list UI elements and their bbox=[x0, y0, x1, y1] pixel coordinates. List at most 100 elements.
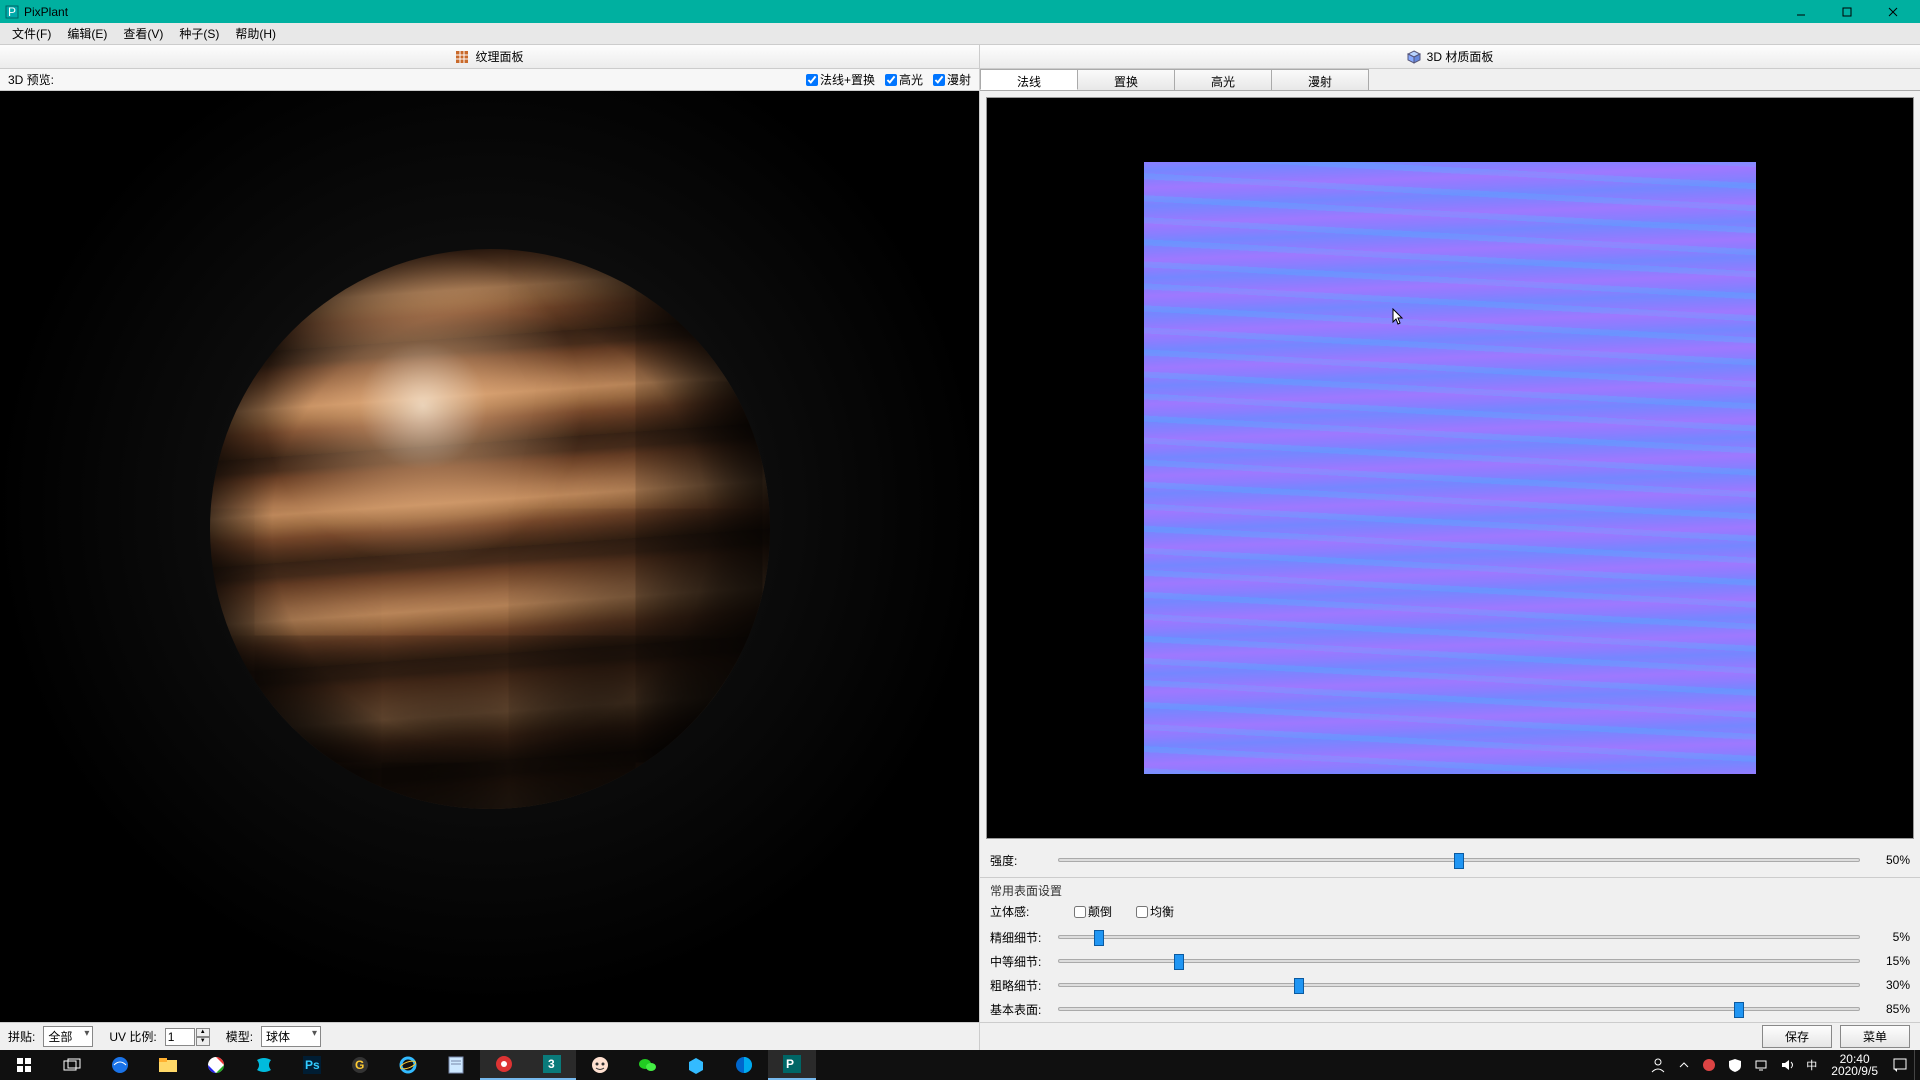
check-specular[interactable]: 高光 bbox=[885, 71, 923, 88]
taskbar-pixplant-icon[interactable]: P bbox=[768, 1050, 816, 1080]
tray-date: 2020/9/5 bbox=[1831, 1065, 1878, 1077]
taskbar-app-2-icon[interactable] bbox=[240, 1050, 288, 1080]
spin-up[interactable]: ▲ bbox=[196, 1028, 210, 1037]
tray-notifications-icon[interactable] bbox=[1886, 1050, 1914, 1080]
app-icon: P bbox=[4, 4, 20, 20]
model-combo[interactable]: 球体 bbox=[261, 1026, 321, 1047]
taskbar-app-5-icon[interactable] bbox=[672, 1050, 720, 1080]
svg-text:3: 3 bbox=[548, 1057, 555, 1071]
check-flip[interactable]: 颠倒 bbox=[1074, 903, 1112, 920]
preview-sphere bbox=[210, 249, 770, 809]
uv-scale-spinner[interactable]: ▲▼ bbox=[165, 1028, 210, 1046]
close-button[interactable] bbox=[1870, 0, 1916, 23]
medium-detail-label: 中等细节: bbox=[990, 953, 1050, 970]
preview-viewport[interactable] bbox=[0, 91, 979, 1022]
menu-view[interactable]: 查看(V) bbox=[115, 23, 171, 44]
taskbar-music-icon[interactable] bbox=[480, 1050, 528, 1080]
uv-scale-input[interactable] bbox=[165, 1028, 195, 1046]
intensity-label: 强度: bbox=[990, 852, 1050, 869]
taskbar-app-3-icon[interactable]: G bbox=[336, 1050, 384, 1080]
texture-panel-title: 纹理面板 bbox=[475, 48, 523, 65]
taskbar-wechat-icon[interactable] bbox=[624, 1050, 672, 1080]
texture-panel: 纹理面板 3D 预览: 法线+置换 高光 漫射 拼贴: 全部 UV 比例: ▲▼… bbox=[0, 45, 980, 1050]
svg-text:G: G bbox=[355, 1058, 364, 1072]
check-balance[interactable]: 均衡 bbox=[1136, 903, 1174, 920]
medium-detail-row: 中等细节: 15% bbox=[990, 950, 1910, 972]
menu-button[interactable]: 菜单 bbox=[1840, 1025, 1910, 1048]
menu-seed[interactable]: 种子(S) bbox=[171, 23, 227, 44]
start-button[interactable] bbox=[0, 1050, 48, 1080]
tab-specular[interactable]: 高光 bbox=[1174, 69, 1272, 90]
tab-diffuse[interactable]: 漫射 bbox=[1271, 69, 1369, 90]
svg-text:Ps: Ps bbox=[305, 1058, 320, 1072]
tray-network-icon[interactable] bbox=[1748, 1050, 1774, 1080]
intensity-slider[interactable] bbox=[1058, 858, 1860, 862]
menubar: 文件(F) 编辑(E) 查看(V) 种子(S) 帮助(H) bbox=[0, 23, 1920, 45]
taskbar: Ps G 3 P 中 20:40 2020/9/5 bbox=[0, 1050, 1920, 1080]
base-surface-slider[interactable] bbox=[1058, 1007, 1860, 1011]
minimize-button[interactable] bbox=[1778, 0, 1824, 23]
taskbar-3dsmax-icon[interactable]: 3 bbox=[528, 1050, 576, 1080]
uv-scale-label: UV 比例: bbox=[109, 1028, 156, 1045]
surface-section-title: 常用表面设置 bbox=[990, 882, 1910, 899]
taskbar-app-4-icon[interactable] bbox=[576, 1050, 624, 1080]
tray-app-icon[interactable] bbox=[1696, 1050, 1722, 1080]
maximize-button[interactable] bbox=[1824, 0, 1870, 23]
material-panel-title: 3D 材质面板 bbox=[1427, 48, 1494, 65]
preview-label: 3D 预览: bbox=[8, 71, 54, 88]
titlebar: P PixPlant bbox=[0, 0, 1920, 23]
preview-bottom-controls: 拼贴: 全部 UV 比例: ▲▼ 模型: 球体 bbox=[0, 1022, 979, 1050]
coarse-detail-label: 粗略细节: bbox=[990, 977, 1050, 994]
tile-label: 拼贴: bbox=[8, 1028, 35, 1045]
model-label: 模型: bbox=[226, 1028, 253, 1045]
normal-map-viewport[interactable] bbox=[986, 97, 1914, 839]
taskbar-notepad-icon[interactable] bbox=[432, 1050, 480, 1080]
taskbar-photoshop-icon[interactable]: Ps bbox=[288, 1050, 336, 1080]
material-panel: 3D 材质面板 法线 置换 高光 漫射 强度: 50% 常用表面设置 立体感: … bbox=[980, 45, 1920, 1050]
material-tabs: 法线 置换 高光 漫射 bbox=[980, 69, 1920, 91]
texture-panel-header: 纹理面板 bbox=[0, 45, 979, 69]
coarse-detail-slider[interactable] bbox=[1058, 983, 1860, 987]
fine-detail-slider[interactable] bbox=[1058, 935, 1860, 939]
grid-icon bbox=[455, 50, 469, 64]
menu-help[interactable]: 帮助(H) bbox=[227, 23, 284, 44]
save-button[interactable]: 保存 bbox=[1762, 1025, 1832, 1048]
taskbar-edge-icon[interactable] bbox=[96, 1050, 144, 1080]
tray-clock[interactable]: 20:40 2020/9/5 bbox=[1823, 1053, 1886, 1077]
tray-people-icon[interactable] bbox=[1644, 1050, 1672, 1080]
show-desktop-button[interactable] bbox=[1914, 1050, 1920, 1080]
check-normal-displacement[interactable]: 法线+置换 bbox=[806, 71, 875, 88]
menu-edit[interactable]: 编辑(E) bbox=[59, 23, 115, 44]
menu-file[interactable]: 文件(F) bbox=[4, 23, 59, 44]
tray-chevron-up-icon[interactable] bbox=[1672, 1050, 1696, 1080]
tile-combo[interactable]: 全部 bbox=[43, 1026, 93, 1047]
coarse-detail-value: 30% bbox=[1868, 978, 1910, 992]
base-surface-label: 基本表面: bbox=[990, 1001, 1050, 1018]
taskbar-explorer-icon[interactable] bbox=[144, 1050, 192, 1080]
normal-map-image bbox=[1144, 162, 1755, 773]
tray-volume-icon[interactable] bbox=[1774, 1050, 1800, 1080]
base-surface-value: 85% bbox=[1868, 1002, 1910, 1016]
base-surface-row: 基本表面: 85% bbox=[990, 998, 1910, 1020]
tab-normal[interactable]: 法线 bbox=[980, 69, 1078, 90]
fine-detail-label: 精细细节: bbox=[990, 929, 1050, 946]
tray-security-icon[interactable] bbox=[1722, 1050, 1748, 1080]
intensity-value: 50% bbox=[1868, 853, 1910, 867]
intensity-row: 强度: 50% bbox=[990, 849, 1910, 871]
spin-down[interactable]: ▼ bbox=[196, 1037, 210, 1046]
cube-icon bbox=[1407, 50, 1421, 64]
window-title: PixPlant bbox=[24, 5, 1778, 19]
taskbar-app-1-icon[interactable] bbox=[192, 1050, 240, 1080]
taskbar-app-6-icon[interactable] bbox=[720, 1050, 768, 1080]
tab-displace[interactable]: 置换 bbox=[1077, 69, 1175, 90]
stereo-label: 立体感: bbox=[990, 903, 1050, 920]
medium-detail-slider[interactable] bbox=[1058, 959, 1860, 963]
taskbar-ie-icon[interactable] bbox=[384, 1050, 432, 1080]
check-diffuse[interactable]: 漫射 bbox=[933, 71, 971, 88]
svg-text:P: P bbox=[786, 1057, 794, 1071]
tray-ime[interactable]: 中 bbox=[1800, 1050, 1823, 1080]
coarse-detail-row: 粗略细节: 30% bbox=[990, 974, 1910, 996]
preview-toolbar: 3D 预览: 法线+置换 高光 漫射 bbox=[0, 69, 979, 91]
material-panel-header: 3D 材质面板 bbox=[980, 45, 1920, 69]
taskview-button[interactable] bbox=[48, 1050, 96, 1080]
